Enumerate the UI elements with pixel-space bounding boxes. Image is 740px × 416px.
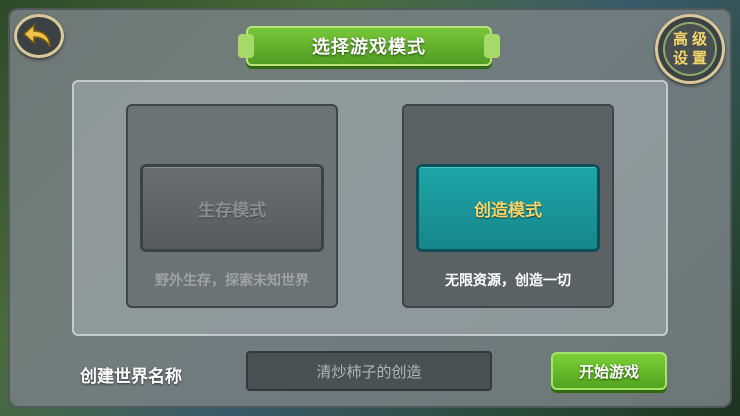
creative-mode-card[interactable]: 创造模式 无限资源，创造一切	[402, 104, 614, 308]
advanced-settings-inner: 高级 设置	[663, 22, 717, 76]
banner-cap-left	[238, 34, 254, 58]
world-name-input[interactable]	[246, 351, 492, 391]
survival-mode-card[interactable]: 生存模式 野外生存，探索未知世界	[126, 104, 338, 308]
back-button[interactable]	[14, 14, 64, 58]
creative-mode-label: 创造模式	[474, 200, 542, 221]
page-title: 选择游戏模式	[312, 37, 426, 58]
world-name-label: 创建世界名称	[80, 367, 182, 387]
survival-mode-description: 野外生存，探索未知世界	[155, 273, 309, 289]
start-game-label: 开始游戏	[578, 362, 639, 381]
advanced-settings-button[interactable]: 高级 设置	[655, 14, 725, 84]
back-arrow-icon	[22, 23, 51, 48]
title-banner: 选择游戏模式	[238, 26, 500, 66]
survival-mode-label: 生存模式	[198, 200, 266, 221]
advanced-settings-label-line1: 高级	[672, 30, 711, 48]
start-game-button[interactable]: 开始游戏	[551, 352, 667, 390]
advanced-settings-label-line2: 设置	[672, 49, 711, 67]
survival-mode-button[interactable]: 生存模式	[140, 164, 324, 252]
creative-mode-button[interactable]: 创造模式	[416, 164, 600, 252]
banner-cap-right	[484, 34, 500, 58]
creative-mode-description: 无限资源，创造一切	[445, 273, 571, 289]
